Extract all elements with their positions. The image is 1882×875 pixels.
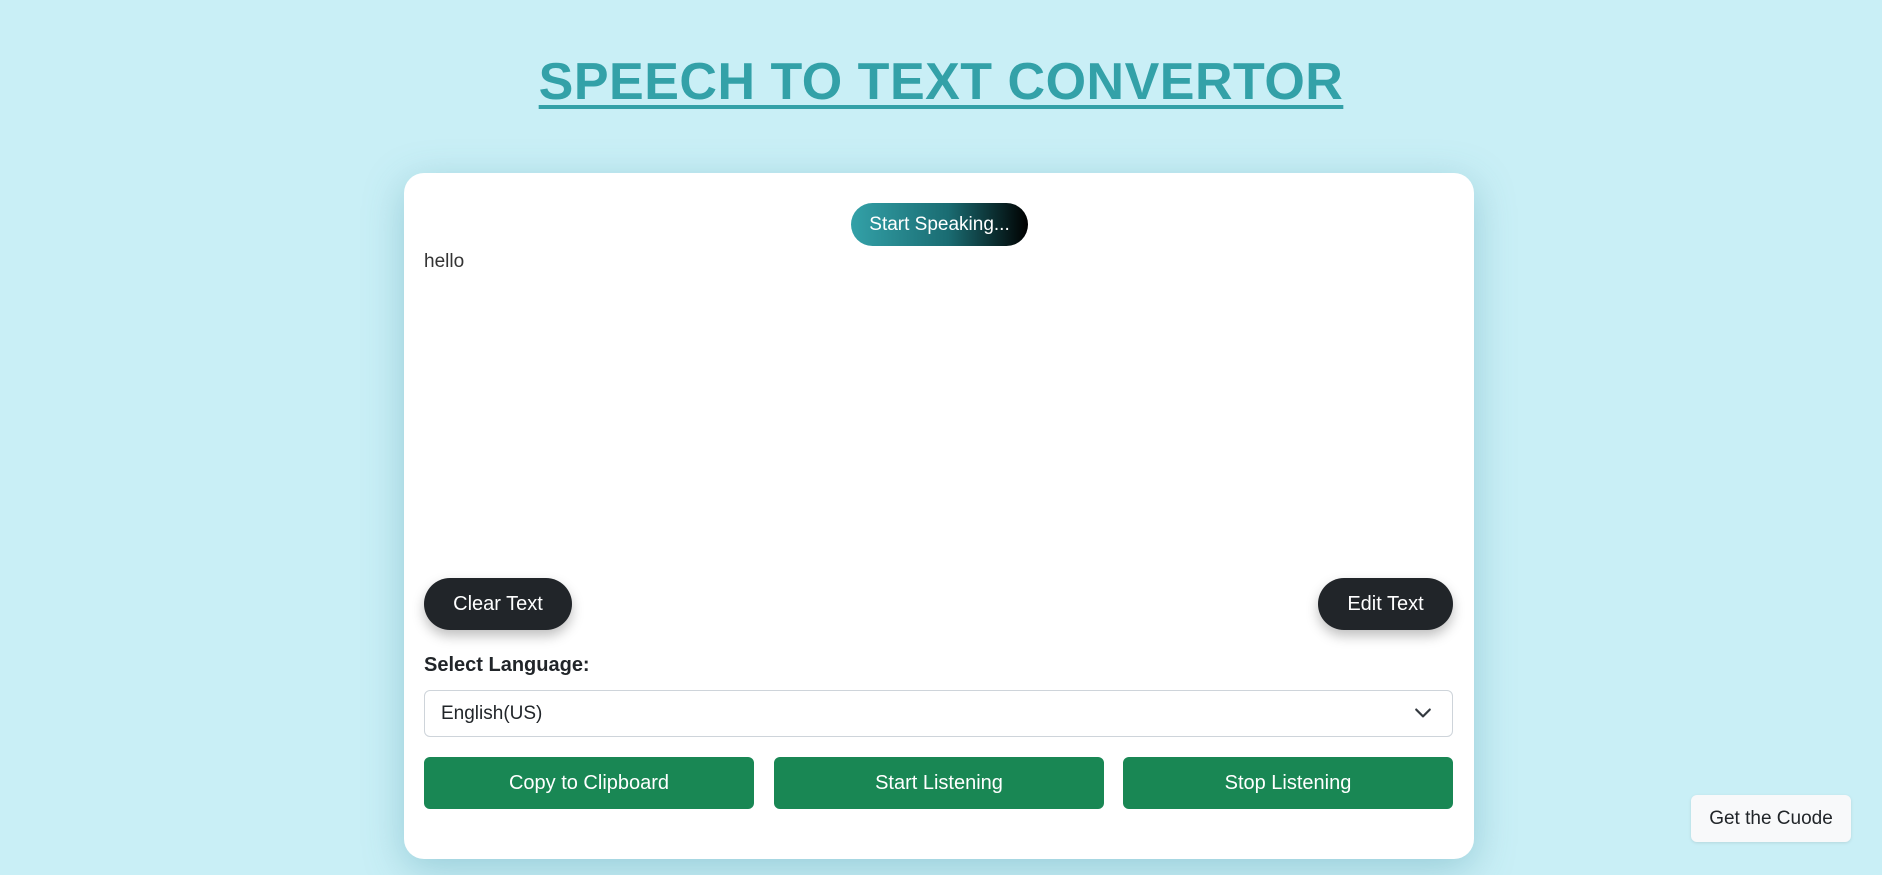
get-code-button[interactable]: Get the Cuode — [1691, 795, 1851, 842]
transcript-textarea[interactable]: hello — [424, 251, 1452, 521]
copy-to-clipboard-button[interactable]: Copy to Clipboard — [424, 757, 754, 809]
language-selected-value: English(US) — [441, 703, 543, 724]
page-title: SPEECH TO TEXT CONVERTOR — [538, 53, 1344, 111]
start-speaking-button[interactable]: Start Speaking... — [851, 203, 1028, 246]
stop-listening-button[interactable]: Stop Listening — [1123, 757, 1453, 809]
clear-text-button[interactable]: Clear Text — [424, 578, 572, 630]
language-label: Select Language: — [424, 654, 590, 676]
chevron-down-icon — [1415, 708, 1431, 718]
converter-card: Start Speaking... hello Clear Text Edit … — [404, 173, 1474, 859]
language-select[interactable]: English(US) — [424, 690, 1453, 737]
edit-text-button[interactable]: Edit Text — [1318, 578, 1453, 630]
start-listening-button[interactable]: Start Listening — [774, 757, 1104, 809]
